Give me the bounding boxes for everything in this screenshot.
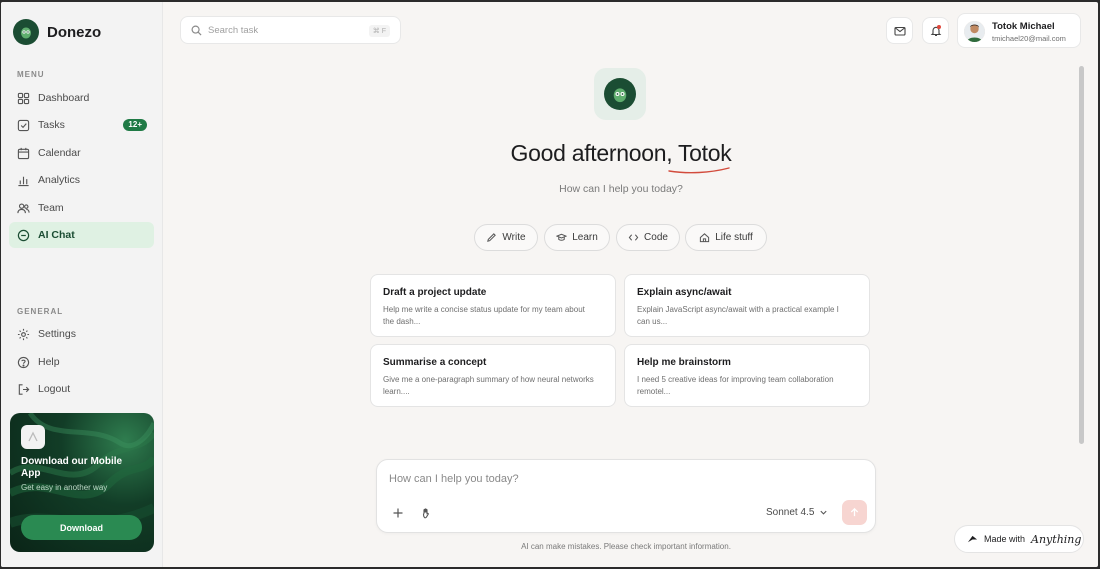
search-icon xyxy=(191,25,202,36)
chip-write[interactable]: Write xyxy=(474,224,538,251)
brand-name: Donezo xyxy=(47,23,102,41)
promo-title: Download our Mobile App xyxy=(21,456,123,479)
chip-code[interactable]: Code xyxy=(616,224,680,251)
notifications-button[interactable] xyxy=(922,17,949,44)
card-description: I need 5 creative ideas for improving te… xyxy=(637,375,834,396)
chip-label: Life stuff xyxy=(715,232,753,243)
sidebar-item-help[interactable]: Help xyxy=(9,349,154,375)
sidebar-item-analytics[interactable]: Analytics xyxy=(9,167,154,193)
card-title: Draft a project update xyxy=(383,287,487,298)
calendar-icon xyxy=(17,147,30,159)
sidebar-item-label: Team xyxy=(38,202,64,214)
general-section-label: GENERAL xyxy=(17,307,64,316)
sidebar-item-label: Tasks xyxy=(38,119,65,131)
chip-label: Write xyxy=(502,232,526,243)
greeting-title: Good afternoon, Totok xyxy=(510,140,732,166)
code-icon xyxy=(628,234,639,241)
sidebar-item-label: Calendar xyxy=(38,147,81,159)
sidebar-item-tasks[interactable]: Tasks 12+ xyxy=(9,112,154,138)
greeting-subtitle: How can I help you today? xyxy=(559,183,683,195)
gear-icon xyxy=(17,328,30,340)
send-button[interactable] xyxy=(842,500,867,525)
made-with-brand: Anything xyxy=(1031,532,1082,546)
arrow-up-icon xyxy=(850,507,859,517)
ai-disclaimer: AI can make mistakes. Please check impor… xyxy=(521,542,731,551)
prompt-card-draft-update[interactable]: Draft a project update Help me write a c… xyxy=(370,274,616,337)
prompt-card-async-await[interactable]: Explain async/await Explain JavaScript a… xyxy=(624,274,870,337)
promo-subtitle: Get easy in another way xyxy=(21,483,108,492)
home-icon xyxy=(700,233,710,243)
hand-icon xyxy=(422,508,429,519)
mobile-app-promo: Download our Mobile App Get easy in anot… xyxy=(10,413,154,552)
owl-logo-icon xyxy=(13,19,39,45)
logout-icon xyxy=(18,383,30,395)
sidebar-item-label: AI Chat xyxy=(38,229,75,241)
model-name: Sonnet 4.5 xyxy=(766,507,815,518)
avatar xyxy=(964,21,985,42)
card-description: Explain JavaScript async/await with a pr… xyxy=(637,305,839,326)
sidebar: Donezo MENU Dashboard Tasks 12+ Calendar… xyxy=(1,2,163,567)
sidebar-item-label: Help xyxy=(38,356,60,368)
card-title: Summarise a concept xyxy=(383,357,487,368)
sidebar-item-ai-chat[interactable]: AI Chat xyxy=(9,222,154,248)
sidebar-item-dashboard[interactable]: Dashboard xyxy=(9,85,154,111)
chip-label: Learn xyxy=(572,232,598,243)
download-button[interactable]: Download xyxy=(21,515,142,540)
checkbox-icon xyxy=(17,119,30,131)
chevron-down-icon xyxy=(820,510,827,515)
bar-chart-icon xyxy=(18,176,29,186)
app-window: Donezo MENU Dashboard Tasks 12+ Calendar… xyxy=(1,2,1098,567)
sidebar-item-team[interactable]: Team xyxy=(9,195,154,221)
chat-composer: Sonnet 4.5 xyxy=(376,459,876,533)
sidebar-item-label: Dashboard xyxy=(38,92,90,104)
notification-dot xyxy=(937,25,941,29)
users-icon xyxy=(17,202,30,213)
mail-icon xyxy=(893,26,906,36)
add-attachment-button[interactable] xyxy=(390,505,406,521)
pencil-icon xyxy=(487,233,497,242)
assistant-avatar xyxy=(594,68,646,120)
anything-logo-icon xyxy=(967,535,978,542)
tools-button[interactable] xyxy=(418,505,434,521)
sidebar-item-settings[interactable]: Settings xyxy=(9,321,154,347)
prompt-card-brainstorm[interactable]: Help me brainstorm I need 5 creative ide… xyxy=(624,344,870,407)
chip-label: Code xyxy=(644,232,668,243)
main-scrollbar[interactable] xyxy=(1078,66,1086,446)
chip-life-stuff[interactable]: Life stuff xyxy=(685,224,767,251)
sidebar-item-calendar[interactable]: Calendar xyxy=(9,140,154,166)
tasks-count-badge: 12+ xyxy=(123,119,147,131)
help-icon xyxy=(17,356,30,368)
made-with-badge[interactable]: Made with Anything xyxy=(954,525,1084,553)
grid-icon xyxy=(17,92,30,104)
search-shortcut: ⌘ F xyxy=(368,25,390,37)
plus-icon xyxy=(393,508,403,518)
prompt-card-summarise[interactable]: Summarise a concept Give me a one-paragr… xyxy=(370,344,616,407)
search-input[interactable] xyxy=(208,24,358,36)
card-title: Explain async/await xyxy=(637,287,732,298)
user-email: tmichael20@mail.com xyxy=(992,34,1066,43)
owl-logo-icon xyxy=(604,78,636,110)
card-description: Help me write a concise status update fo… xyxy=(383,305,585,326)
sidebar-item-label: Analytics xyxy=(38,174,81,186)
graduation-cap-icon xyxy=(556,233,568,241)
card-description: Give me a one-paragraph summary of how n… xyxy=(383,375,594,396)
mail-button[interactable] xyxy=(886,17,913,44)
app-icon xyxy=(21,425,45,449)
made-with-text: Made with xyxy=(984,534,1026,544)
scrollbar-thumb[interactable] xyxy=(1079,66,1084,444)
search-bar[interactable]: ⌘ F xyxy=(180,16,401,44)
name-underline-decoration xyxy=(668,167,730,174)
brand[interactable]: Donezo xyxy=(13,19,101,45)
chat-circle-icon xyxy=(17,229,30,241)
menu-section-label: MENU xyxy=(17,70,45,79)
sidebar-item-logout[interactable]: Logout xyxy=(9,376,154,402)
model-selector[interactable]: Sonnet 4.5 xyxy=(766,507,828,518)
user-profile[interactable]: Totok Michael tmichael20@mail.com xyxy=(957,13,1081,48)
card-title: Help me brainstorm xyxy=(637,357,731,368)
sidebar-item-label: Settings xyxy=(38,328,76,340)
user-name: Totok Michael xyxy=(992,21,1055,32)
chip-learn[interactable]: Learn xyxy=(544,224,610,251)
chat-input[interactable] xyxy=(389,473,859,491)
sidebar-item-label: Logout xyxy=(38,383,71,395)
